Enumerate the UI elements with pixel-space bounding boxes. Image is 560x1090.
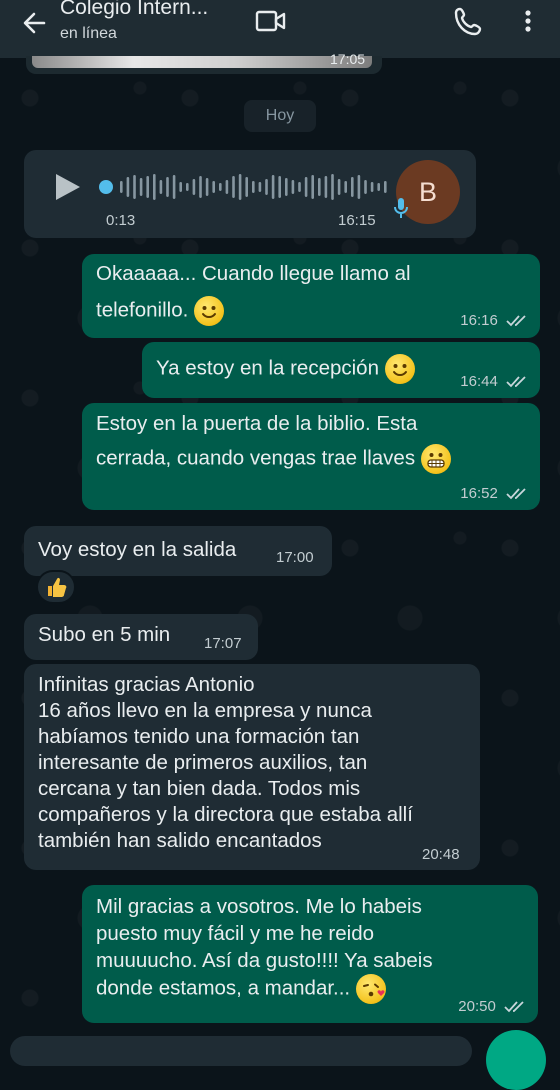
message-bubble-incoming[interactable]: Subo en 5 min 17:07	[24, 614, 258, 660]
message-text: cerrada, cuando vengas trae llaves	[96, 446, 416, 470]
message-time: 20:50	[458, 998, 496, 1015]
message-time: 16:52	[460, 485, 498, 502]
message-text: Okaaaaa... Cuando llegue llamo al	[96, 262, 411, 285]
contact-name[interactable]: Colegio Intern...	[60, 0, 208, 20]
message-time: 17:00	[276, 549, 314, 566]
play-icon[interactable]	[52, 172, 82, 202]
phone-call-icon[interactable]	[452, 4, 486, 38]
read-ticks-icon	[506, 315, 526, 327]
message-text: Subo en 5 min	[38, 623, 171, 646]
face-blowing-kiss-icon	[355, 974, 386, 1004]
read-ticks-icon	[504, 1001, 524, 1013]
previous-message-image	[32, 56, 372, 68]
message-text-line: puesto muy fácil y me he reido	[96, 922, 375, 945]
message-text-line: Mil gracias a vosotros. Me lo habeis	[96, 895, 422, 918]
read-ticks-icon	[506, 376, 526, 388]
previous-message-time: 17:05	[330, 51, 366, 67]
more-options-icon[interactable]	[516, 6, 540, 36]
message-bubble-outgoing[interactable]: Okaaaaa... Cuando llegue llamo al telefo…	[82, 254, 540, 338]
slightly-smiling-face-icon	[384, 354, 415, 384]
message-text-line: donde estamos, a mandar...	[96, 976, 351, 1000]
message-text-line: 16 años llevo en la empresa y nunca	[38, 699, 372, 722]
message-text-line: cercana y tan bien dada. Todos mis	[38, 777, 361, 800]
message-time: 16:16	[460, 312, 498, 329]
message-bubble-outgoing[interactable]: Estoy en la puerta de la biblio. Esta ce…	[82, 403, 540, 510]
message-text: Voy estoy en la salida	[38, 538, 237, 561]
send-voice-button[interactable]	[486, 1030, 546, 1090]
chat-header: Colegio Intern... en línea	[0, 0, 560, 58]
voice-duration: 0:13	[106, 212, 136, 229]
message-text: telefonillo.	[96, 298, 189, 322]
slightly-smiling-face-icon	[194, 296, 225, 326]
message-bubble-outgoing[interactable]: Mil gracias a vosotros. Me lo habeis pue…	[82, 885, 538, 1023]
message-input[interactable]	[10, 1036, 472, 1066]
message-text: Estoy en la puerta de la biblio. Esta	[96, 412, 418, 435]
message-bubble-outgoing[interactable]: Ya estoy en la recepción 16:44	[142, 342, 540, 398]
message-bubble-incoming[interactable]: Infinitas gracias Antonio 16 años llevo …	[24, 664, 480, 870]
message-time: 16:15	[338, 212, 376, 229]
previous-message-bubble[interactable]	[26, 56, 382, 74]
message-bubble-incoming[interactable]: Voy estoy en la salida 17:00	[24, 526, 332, 576]
message-text-line: también han salido encantados	[38, 829, 322, 852]
message-text-line: Infinitas gracias Antonio	[38, 673, 255, 696]
thumbs-up-icon	[48, 577, 67, 597]
microphone-icon	[394, 198, 408, 218]
message-time: 16:44	[460, 373, 498, 390]
message-text-line: compañeros y la directora que estaba all…	[38, 803, 413, 826]
message-time: 17:07	[204, 635, 242, 652]
back-arrow-icon[interactable]	[18, 6, 52, 40]
grimacing-face-icon	[420, 444, 451, 474]
message-time: 20:48	[422, 846, 460, 863]
contact-status: en línea	[60, 25, 117, 42]
voice-message-bubble[interactable]: 0:13 16:15 B	[24, 150, 476, 238]
read-ticks-icon	[506, 488, 526, 500]
audio-waveform[interactable]	[98, 172, 408, 202]
video-call-icon[interactable]	[254, 6, 288, 36]
message-text-line: interesante de primeros auxilios, tan	[38, 751, 368, 774]
message-text: Ya estoy en la recepción	[156, 356, 379, 380]
message-text-line: muuuucho. Así da gusto!!!! Ya sabeis	[96, 949, 433, 972]
reaction-badge[interactable]	[36, 570, 76, 604]
date-separator: Hoy	[244, 100, 316, 132]
message-text-line: habíamos tenido una formación tan	[38, 725, 360, 748]
